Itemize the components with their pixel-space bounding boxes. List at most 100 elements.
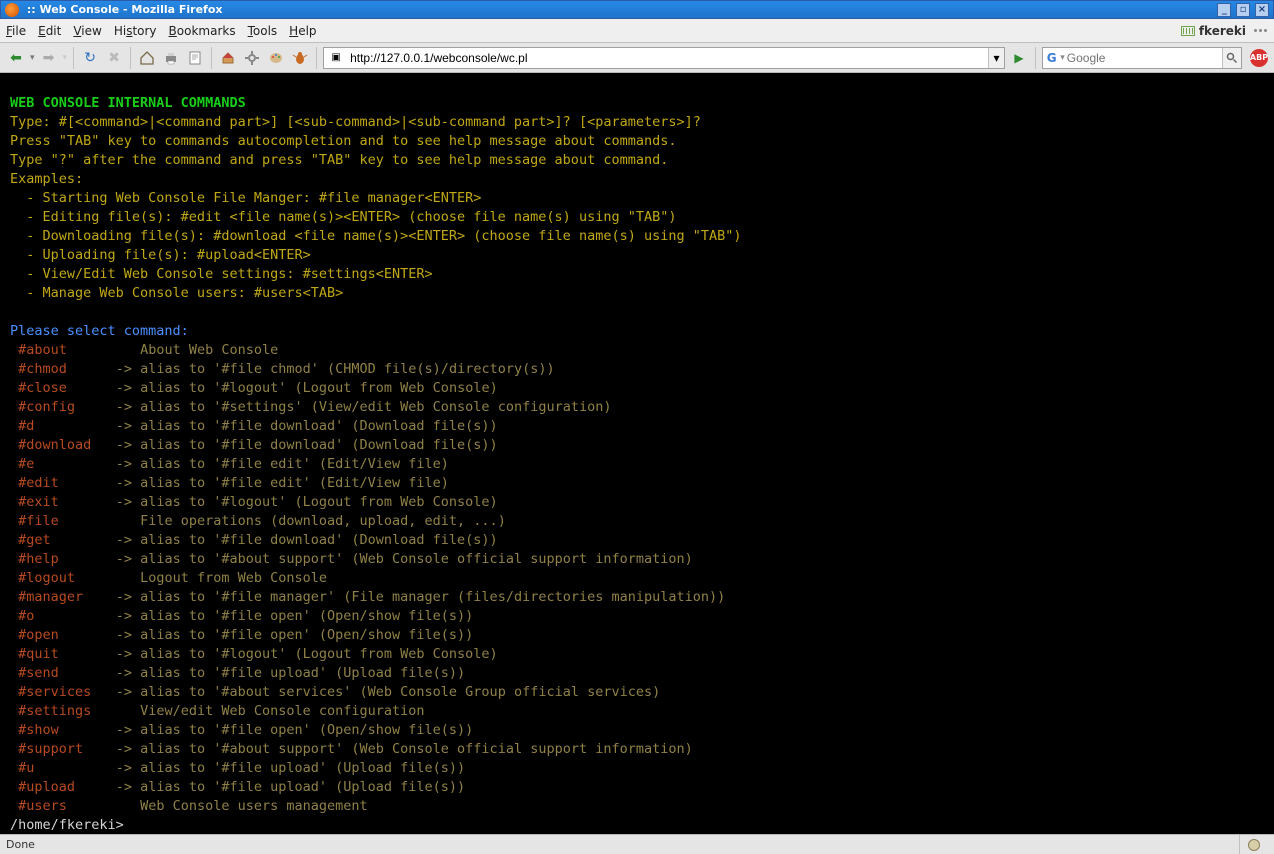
navigation-toolbar: ⬅ ▾ ➡ ▾ ↻ ✖ ▣ ▾ — [0, 43, 1274, 73]
url-bar[interactable]: ▣ ▾ — [323, 47, 1005, 69]
window-maximize-button[interactable]: ▫ — [1236, 3, 1250, 17]
command-name: #edit — [18, 475, 59, 491]
command-name: #support — [18, 741, 83, 757]
console-intro-9: - Manage Web Console users: #users<TAB> — [10, 285, 343, 301]
print-button[interactable] — [161, 48, 181, 68]
command-desc: -> alias to '#file edit' (Edit/View file… — [116, 456, 449, 472]
page-favicon: ▣ — [328, 50, 344, 66]
command-desc: -> alias to '#about services' (Web Conso… — [116, 684, 661, 700]
console-intro-2: Type "?" after the command and press "TA… — [10, 152, 668, 168]
command-name: #help — [18, 551, 59, 567]
command-name: #about — [18, 342, 67, 358]
command-name: #services — [18, 684, 91, 700]
command-list: #about About Web Console #chmod -> alias… — [10, 341, 1264, 816]
command-name: #file — [18, 513, 59, 529]
firefox-icon — [5, 3, 19, 17]
status-security-panel[interactable] — [1239, 835, 1268, 854]
command-name: #settings — [18, 703, 91, 719]
command-desc: -> alias to '#file upload' (Upload file(… — [116, 779, 466, 795]
console-intro-1: Press "TAB" key to commands autocompleti… — [10, 133, 676, 149]
command-desc: Web Console users management — [116, 798, 368, 814]
command-desc: -> alias to '#about support' (Web Consol… — [116, 741, 693, 757]
status-text: Done — [6, 838, 35, 851]
menu-help[interactable]: Help — [289, 24, 316, 38]
menu-file[interactable]: File — [6, 24, 26, 38]
search-button[interactable] — [1222, 48, 1241, 68]
command-name: #e — [18, 456, 34, 472]
command-desc: View/edit Web Console configuration — [116, 703, 425, 719]
command-name: #open — [18, 627, 59, 643]
menu-bookmarks[interactable]: Bookmarks — [169, 24, 236, 38]
command-desc: -> alias to '#settings' (View/edit Web C… — [116, 399, 612, 415]
command-name: #logout — [18, 570, 75, 586]
window-title: :: Web Console - Mozilla Firefox — [27, 3, 223, 16]
menu-tools[interactable]: Tools — [248, 24, 278, 38]
command-name: #exit — [18, 494, 59, 510]
command-name: #send — [18, 665, 59, 681]
command-desc: -> alias to '#file edit' (Edit/View file… — [116, 475, 449, 491]
command-name: #u — [18, 760, 34, 776]
menu-view[interactable]: View — [73, 24, 101, 38]
brand-label: fkereki — [1199, 24, 1246, 38]
command-desc: Logout from Web Console — [116, 570, 327, 586]
command-name: #quit — [18, 646, 59, 662]
window-titlebar: :: Web Console - Mozilla Firefox _ ▫ × — [0, 0, 1274, 19]
command-name: #upload — [18, 779, 75, 795]
command-desc: -> alias to '#file download' (Download f… — [116, 437, 498, 453]
command-desc: -> alias to '#file open' (Open/show file… — [116, 608, 474, 624]
menu-overflow-icon[interactable] — [1254, 24, 1268, 38]
command-name: #close — [18, 380, 67, 396]
command-name: #o — [18, 608, 34, 624]
console-intro-5: - Editing file(s): #edit <file name(s)><… — [10, 209, 676, 225]
command-desc: -> alias to '#file download' (Download f… — [116, 418, 498, 434]
gear-button[interactable] — [242, 48, 262, 68]
command-name: #users — [18, 798, 67, 814]
menu-history[interactable]: History — [114, 24, 157, 38]
command-desc: -> alias to '#logout' (Logout from Web C… — [116, 494, 498, 510]
console-intro-0: Type: #[<command>|<command part>] [<sub-… — [10, 114, 701, 130]
console-header: WEB CONSOLE INTERNAL COMMANDS — [10, 95, 246, 111]
search-bar[interactable]: G ▾ — [1042, 47, 1242, 69]
command-name: #manager — [18, 589, 83, 605]
search-input[interactable] — [1067, 48, 1222, 68]
window-minimize-button[interactable]: _ — [1217, 3, 1231, 17]
console-intro-4: - Starting Web Console File Manger: #fil… — [10, 190, 481, 206]
console-intro-3: Examples: — [10, 171, 83, 187]
window-close-button[interactable]: × — [1255, 3, 1269, 17]
command-desc: -> alias to '#file upload' (Upload file(… — [116, 760, 466, 776]
url-input[interactable] — [348, 48, 988, 68]
adblock-icon[interactable]: ABP — [1250, 49, 1268, 67]
console-intro-8: - View/Edit Web Console settings: #setti… — [10, 266, 433, 282]
palette-button[interactable] — [266, 48, 286, 68]
console-prompt[interactable]: /home/fkereki> — [10, 817, 124, 833]
command-name: #get — [18, 532, 51, 548]
status-bar: Done — [0, 834, 1274, 854]
bug-button[interactable] — [290, 48, 310, 68]
command-desc: -> alias to '#file download' (Download f… — [116, 532, 498, 548]
command-desc: -> alias to '#about support' (Web Consol… — [116, 551, 693, 567]
command-desc: File operations (download, upload, edit,… — [116, 513, 506, 529]
brand-icon — [1181, 26, 1195, 36]
console-output[interactable]: WEB CONSOLE INTERNAL COMMANDS Type: #[<c… — [0, 73, 1274, 834]
menu-edit[interactable]: Edit — [38, 24, 61, 38]
command-desc: -> alias to '#file open' (Open/show file… — [116, 627, 474, 643]
house-button[interactable] — [218, 48, 238, 68]
search-engine-icon[interactable]: G — [1043, 51, 1060, 65]
command-name: #chmod — [18, 361, 67, 377]
command-name: #d — [18, 418, 34, 434]
globe-icon — [1248, 839, 1260, 851]
command-name: #config — [18, 399, 75, 415]
back-button[interactable]: ⬅ — [6, 48, 26, 68]
command-name: #show — [18, 722, 59, 738]
url-dropdown-button[interactable]: ▾ — [988, 48, 1004, 68]
command-desc: About Web Console — [116, 342, 279, 358]
command-desc: -> alias to '#file manager' (File manage… — [116, 589, 726, 605]
console-intro-7: - Uploading file(s): #upload<ENTER> — [10, 247, 311, 263]
go-button[interactable]: ▶ — [1009, 48, 1029, 68]
reload-button[interactable]: ↻ — [80, 48, 100, 68]
home-button[interactable] — [137, 48, 157, 68]
save-button[interactable] — [185, 48, 205, 68]
command-desc: -> alias to '#file upload' (Upload file(… — [116, 665, 466, 681]
forward-button[interactable]: ➡ — [39, 48, 59, 68]
stop-button[interactable]: ✖ — [104, 48, 124, 68]
